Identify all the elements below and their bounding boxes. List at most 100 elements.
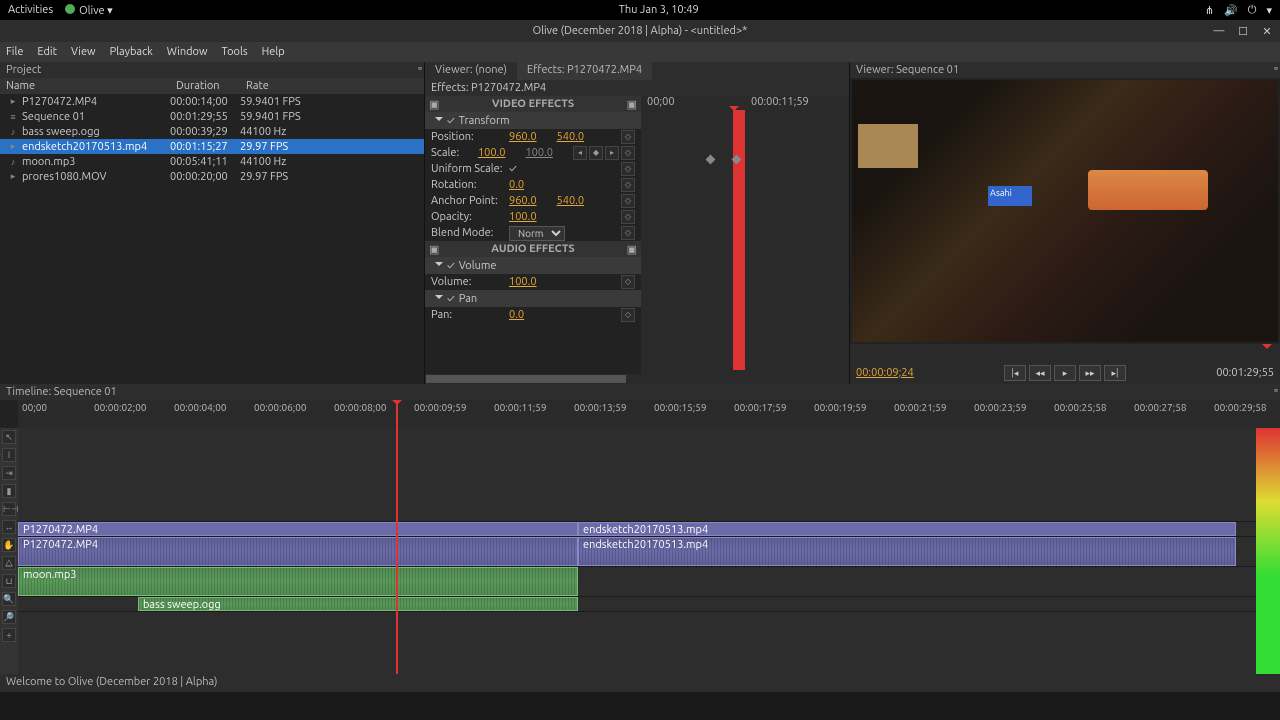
menu-view[interactable]: View xyxy=(71,46,96,58)
minimize-button[interactable]: — xyxy=(1212,25,1226,38)
keyframe-button[interactable]: ◇ xyxy=(621,226,635,240)
clip-audio[interactable]: bass sweep.ogg xyxy=(138,597,578,611)
keyframe-button[interactable]: ◇ xyxy=(621,308,635,322)
prev-keyframe-button[interactable]: ◂ xyxy=(573,146,587,160)
collapse-icon[interactable]: ▣ xyxy=(429,98,439,111)
add-keyframe-button[interactable]: ◆ xyxy=(589,146,603,160)
network-icon[interactable]: ⋔ xyxy=(1205,4,1214,17)
volume-value[interactable]: 100.0 xyxy=(509,276,537,288)
keyframe-toggle-button[interactable]: ◇ xyxy=(621,146,635,160)
clock[interactable]: Thu Jan 3, 10:49 xyxy=(113,4,1205,16)
go-start-button[interactable]: |◂ xyxy=(1004,365,1026,381)
pan-group[interactable]: ✓Pan xyxy=(425,290,641,307)
keyframe-button[interactable]: ◇ xyxy=(621,194,635,208)
tab-viewer-none[interactable]: Viewer: (none) xyxy=(425,62,517,80)
audio-track-2[interactable]: moon.mp3 xyxy=(18,567,1280,597)
panel-undock-icon[interactable]: ▫▫ xyxy=(1274,385,1276,395)
add-effect-icon[interactable]: ▣ xyxy=(627,98,637,111)
keyframe-button[interactable]: ◇ xyxy=(621,178,635,192)
video-effects-header[interactable]: ▣VIDEO EFFECTS▣ xyxy=(425,96,641,112)
viewer-timecode[interactable]: 00:00:09;24 xyxy=(856,367,914,379)
window-titlebar[interactable]: Olive (December 2018 | Alpha) - <untitle… xyxy=(0,20,1280,42)
keyframe-button[interactable]: ◇ xyxy=(621,275,635,289)
timeline-tracks[interactable]: P1270472.MP4 endsketch20170513.mp4 P1270… xyxy=(18,428,1280,674)
opacity-value[interactable]: 100.0 xyxy=(509,211,537,223)
timeline-playhead[interactable] xyxy=(396,400,398,674)
activities-button[interactable]: Activities xyxy=(8,4,53,16)
viewer-title[interactable]: Viewer: Sequence 01▫▫ xyxy=(850,62,1280,78)
record-button[interactable]: + xyxy=(2,628,16,642)
clip-video[interactable]: endsketch20170513.mp4 xyxy=(578,522,1236,536)
menu-caret-icon[interactable]: ▾ xyxy=(1266,4,1272,17)
audio-effects-header[interactable]: ▣AUDIO EFFECTS▣ xyxy=(425,241,641,257)
panel-undock-icon[interactable]: ▫▫ xyxy=(418,63,420,73)
project-panel-title[interactable]: Project▫▫ xyxy=(0,62,424,78)
clip-audio[interactable]: P1270472.MP4 xyxy=(18,537,578,566)
project-row[interactable]: ♪bass sweep.ogg00:00:39;2944100 Hz xyxy=(0,124,424,139)
slide-tool[interactable]: ↔ xyxy=(2,520,16,534)
maximize-button[interactable]: ☐ xyxy=(1236,25,1250,38)
effects-keyframe-area[interactable]: 00;00 00:00:11;59 xyxy=(641,96,849,384)
play-button[interactable]: ▸ xyxy=(1054,365,1076,381)
snap-toggle[interactable]: ⊔ xyxy=(2,574,16,588)
effect-enable-checkbox[interactable]: ✓ xyxy=(447,260,455,272)
effects-scrollbar[interactable] xyxy=(425,374,849,384)
add-effect-icon[interactable]: ▣ xyxy=(627,243,637,256)
app-menu[interactable]: Olive ▾ xyxy=(65,4,113,17)
menu-help[interactable]: Help xyxy=(262,46,285,58)
blend-mode-select[interactable]: Normal xyxy=(509,226,565,241)
clip-audio[interactable]: moon.mp3 xyxy=(18,567,578,596)
panel-undock-icon[interactable]: ▫▫ xyxy=(1274,63,1276,73)
project-row[interactable]: ▸P1270472.MP400:00:14;0059.9401 FPS xyxy=(0,94,424,109)
video-track-1[interactable]: P1270472.MP4 endsketch20170513.mp4 xyxy=(18,522,1280,537)
zoom-in-tool[interactable]: 🔍 xyxy=(2,592,16,606)
transform-group[interactable]: ✓Transform xyxy=(425,112,641,129)
rotation-value[interactable]: 0.0 xyxy=(509,179,524,191)
volume-icon[interactable]: 🔊 xyxy=(1224,4,1238,17)
col-duration[interactable]: Duration xyxy=(170,78,240,94)
effect-enable-checkbox[interactable]: ✓ xyxy=(447,115,455,127)
go-end-button[interactable]: ▸| xyxy=(1104,365,1126,381)
viewer-ruler[interactable] xyxy=(850,344,1280,362)
menu-tools[interactable]: Tools xyxy=(222,46,248,58)
fastfwd-button[interactable]: ▸▸ xyxy=(1079,365,1101,381)
project-row[interactable]: ▸prores1080.MOV00:00:20;0029.97 FPS xyxy=(0,169,424,184)
edit-tool[interactable]: I xyxy=(2,448,16,462)
anchor-y[interactable]: 540.0 xyxy=(557,195,585,207)
effect-enable-checkbox[interactable]: ✓ xyxy=(447,293,455,305)
position-x[interactable]: 960.0 xyxy=(509,131,537,143)
clip-audio[interactable]: endsketch20170513.mp4 xyxy=(578,537,1236,566)
pan-value[interactable]: 0.0 xyxy=(509,309,524,321)
effects-playhead[interactable] xyxy=(733,110,745,370)
keyframe-button[interactable]: ◇ xyxy=(621,130,635,144)
menu-playback[interactable]: Playback xyxy=(110,46,153,58)
keyframe-button[interactable]: ◇ xyxy=(621,162,635,176)
col-rate[interactable]: Rate xyxy=(240,78,340,94)
keyframe-diamond[interactable] xyxy=(706,155,716,165)
scale-x[interactable]: 100.0 xyxy=(478,147,506,159)
ripple-tool[interactable]: ⇥ xyxy=(2,466,16,480)
position-y[interactable]: 540.0 xyxy=(557,131,585,143)
menu-window[interactable]: Window xyxy=(167,46,208,58)
col-name[interactable]: Name xyxy=(0,78,170,94)
project-row[interactable]: ▸endsketch20170513.mp400:01:15;2729.97 F… xyxy=(0,139,424,154)
pointer-tool[interactable]: ↖ xyxy=(2,430,16,444)
menu-file[interactable]: File xyxy=(6,46,23,58)
uniform-scale-checkbox[interactable]: ✓ xyxy=(509,163,517,175)
keyframe-button[interactable]: ◇ xyxy=(621,210,635,224)
timeline-ruler[interactable]: 00;00 00:00:02;00 00:00:04;00 00:00:06;0… xyxy=(18,400,1280,428)
project-row[interactable]: ♪moon.mp300:05:41;1144100 Hz xyxy=(0,154,424,169)
transition-tool[interactable]: ⧋ xyxy=(2,556,16,570)
project-list[interactable]: ▸P1270472.MP400:00:14;0059.9401 FPS ≡Seq… xyxy=(0,94,424,384)
hand-tool[interactable]: ✋ xyxy=(2,538,16,552)
rewind-button[interactable]: ◂◂ xyxy=(1029,365,1051,381)
audio-track-1[interactable]: P1270472.MP4 endsketch20170513.mp4 xyxy=(18,537,1280,567)
menu-edit[interactable]: Edit xyxy=(37,46,57,58)
next-keyframe-button[interactable]: ▸ xyxy=(605,146,619,160)
timeline-title[interactable]: Timeline: Sequence 01▫▫ xyxy=(0,384,1280,400)
volume-group[interactable]: ✓Volume xyxy=(425,257,641,274)
collapse-icon[interactable]: ▣ xyxy=(429,243,439,256)
zoom-out-tool[interactable]: 🔎 xyxy=(2,610,16,624)
power-icon[interactable]: ⏻ xyxy=(1248,4,1257,17)
project-columns-header[interactable]: Name Duration Rate xyxy=(0,78,424,94)
